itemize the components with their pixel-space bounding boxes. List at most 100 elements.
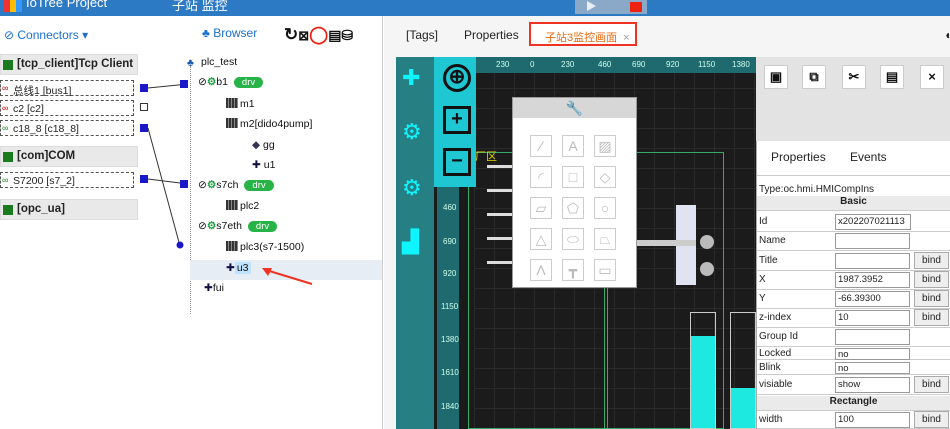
bind-button[interactable]: bind <box>914 376 949 393</box>
gear-icon[interactable]: ⚙ <box>402 175 422 201</box>
browser-label[interactable]: Browser <box>213 26 257 40</box>
tab-monitor-screen[interactable]: 子站3监控画面 × <box>529 22 637 46</box>
tree-label: plc_test <box>201 56 238 68</box>
crosshair-icon[interactable]: ⊕ <box>443 64 471 92</box>
cut-icon[interactable]: ✂ <box>842 65 866 89</box>
tree-node-m1[interactable]: m1 <box>226 98 255 110</box>
locked-select[interactable]: no <box>835 348 910 360</box>
ruler-icon[interactable]: ▭ <box>594 259 616 281</box>
prop-input[interactable] <box>835 233 910 249</box>
paste-icon[interactable]: ▤ <box>880 65 904 89</box>
connector-browser-pane: ⊘ Connectors ▾ ♣ Browser ↻⊠◯▤⛁ [tcp_clie… <box>0 16 383 429</box>
ellipse-icon[interactable]: ⬭ <box>562 228 584 250</box>
ruler-tick: 1150 <box>698 60 716 69</box>
tree-label: s7eth <box>216 220 242 232</box>
prop-input[interactable] <box>835 253 910 269</box>
connectors-menu[interactable]: ⊘ Connectors ▾ <box>4 28 88 42</box>
prop-row-group: Group Id <box>757 328 950 347</box>
copy-icon[interactable]: ⧉ <box>802 65 826 89</box>
puzzle-icon: ✚ <box>226 262 235 274</box>
tree-node-gg[interactable]: ◆ gg <box>252 139 275 151</box>
prop-input[interactable]: 10 <box>835 310 910 326</box>
tree-node-m2[interactable]: m2[dido4pump] <box>226 118 312 130</box>
tab-label: 子站3监控画面 <box>545 32 618 44</box>
connection-com[interactable]: [com]COM <box>0 146 138 167</box>
bind-button[interactable]: bind <box>914 411 949 428</box>
puzzle-icon[interactable]: ✚ <box>402 65 420 91</box>
polyline-icon[interactable]: Ʌ <box>530 259 552 281</box>
bind-button[interactable]: bind <box>914 252 949 269</box>
connection-tcp-client[interactable]: [tcp_client]Tcp Client <box>0 54 138 75</box>
tree-node-root[interactable]: ♣ plc_test <box>187 56 238 69</box>
tree-node-plc2[interactable]: plc2 <box>226 200 259 212</box>
tree-node-fui[interactable]: ✚fui <box>204 282 224 294</box>
tab-events[interactable]: Events <box>850 150 887 164</box>
gears-icon[interactable]: ⚙ <box>402 119 422 145</box>
port-connector[interactable] <box>180 80 188 88</box>
close-icon[interactable]: × <box>623 32 629 44</box>
menu-icon[interactable]: ◖ <box>944 28 950 42</box>
annotation-arrow-icon <box>262 268 313 285</box>
port-connector[interactable] <box>180 180 188 188</box>
rectangle-icon[interactable]: □ <box>562 166 584 188</box>
bus-item[interactable]: ∞ S7200 [s7_2] <box>0 172 134 188</box>
tree-node-u1[interactable]: ✚ u1 <box>252 159 275 171</box>
blink-select[interactable]: no <box>835 362 910 374</box>
bus-label: 总线1 [bus1] <box>13 85 72 97</box>
arc-icon[interactable]: ◜ <box>530 166 552 188</box>
diamond-icon[interactable]: ◇ <box>594 166 616 188</box>
database-icon[interactable]: ⛁ <box>341 27 353 43</box>
bind-button[interactable]: bind <box>914 309 949 326</box>
play-icon[interactable] <box>587 1 596 11</box>
prop-input[interactable]: 100 <box>835 412 910 428</box>
triangle-icon[interactable]: △ <box>530 228 552 250</box>
record-icon[interactable]: ◯ <box>309 25 328 44</box>
connection-label: [com]COM <box>17 150 76 162</box>
polygon-icon[interactable]: ⏢ <box>594 228 616 250</box>
bus-item[interactable]: ∞ 总线1 [bus1] <box>0 80 134 97</box>
zoom-out-icon[interactable]: − <box>443 148 471 176</box>
list-icon[interactable]: ▤ <box>328 27 341 43</box>
prop-input[interactable]: 1987.3952 <box>835 272 910 288</box>
tree-node-plc3[interactable]: plc3(s7-1500) <box>226 241 304 253</box>
close-icon[interactable]: × <box>920 65 944 89</box>
share-icon[interactable]: ⊠ <box>298 28 309 43</box>
curve-icon[interactable]: ∕ <box>530 135 552 157</box>
ruler-tick: 1380 <box>732 60 750 69</box>
level-gauge <box>730 312 756 429</box>
connection-opc-ua[interactable]: [opc_ua] <box>0 199 138 220</box>
visible-select[interactable]: show <box>835 377 910 393</box>
zoom-in-icon[interactable]: + <box>443 106 471 134</box>
tab-tags[interactable]: [Tags] <box>406 28 438 42</box>
tab-properties-panel[interactable]: Properties <box>771 150 826 164</box>
refresh-icon[interactable]: ↻ <box>284 25 298 44</box>
tree-node-u3[interactable]: ✚ u3 <box>226 262 251 274</box>
chart-icon[interactable]: ▟ <box>402 229 419 255</box>
section-rectangle: Rectangle <box>757 396 950 411</box>
bind-button[interactable]: bind <box>914 271 949 288</box>
ruler-tick: 920 <box>443 269 457 278</box>
tab-properties[interactable]: Properties <box>464 28 519 42</box>
stop-icon[interactable] <box>630 2 642 12</box>
prop-input[interactable]: -66.39300 <box>835 291 910 307</box>
bus-item[interactable]: ∞ c2 [c2] <box>0 100 134 116</box>
tree-label: b1 <box>216 76 228 88</box>
connectors-label: Connectors <box>17 28 79 42</box>
prop-input[interactable] <box>835 329 910 345</box>
bind-button[interactable]: bind <box>914 290 949 307</box>
tree-node-s7eth[interactable]: ⊘⚙s7eth drv <box>198 220 278 232</box>
text-icon[interactable]: A <box>562 135 584 157</box>
pentagon-icon[interactable]: ⬠ <box>562 197 584 219</box>
bus-item[interactable]: ∞ c18_8 [c18_8] <box>0 120 134 136</box>
prop-row-locked: Locked no <box>757 347 950 360</box>
circle-icon[interactable]: ○ <box>594 197 616 219</box>
parallelogram-icon[interactable]: ▱ <box>530 197 552 219</box>
tree-node-s7ch[interactable]: ⊘⚙s7ch drv <box>198 179 274 191</box>
link-icon: ∞ <box>2 103 9 113</box>
prop-row-y: Y -66.39300 bind <box>757 290 950 309</box>
prop-input[interactable]: x202207021113 <box>835 214 911 230</box>
pipe-icon[interactable]: ┳ <box>562 259 584 281</box>
image-icon[interactable]: ▨ <box>594 135 616 157</box>
tree-node-b1[interactable]: ⊘⚙b1 drv <box>198 76 264 88</box>
save-icon[interactable]: ▣ <box>764 65 788 89</box>
